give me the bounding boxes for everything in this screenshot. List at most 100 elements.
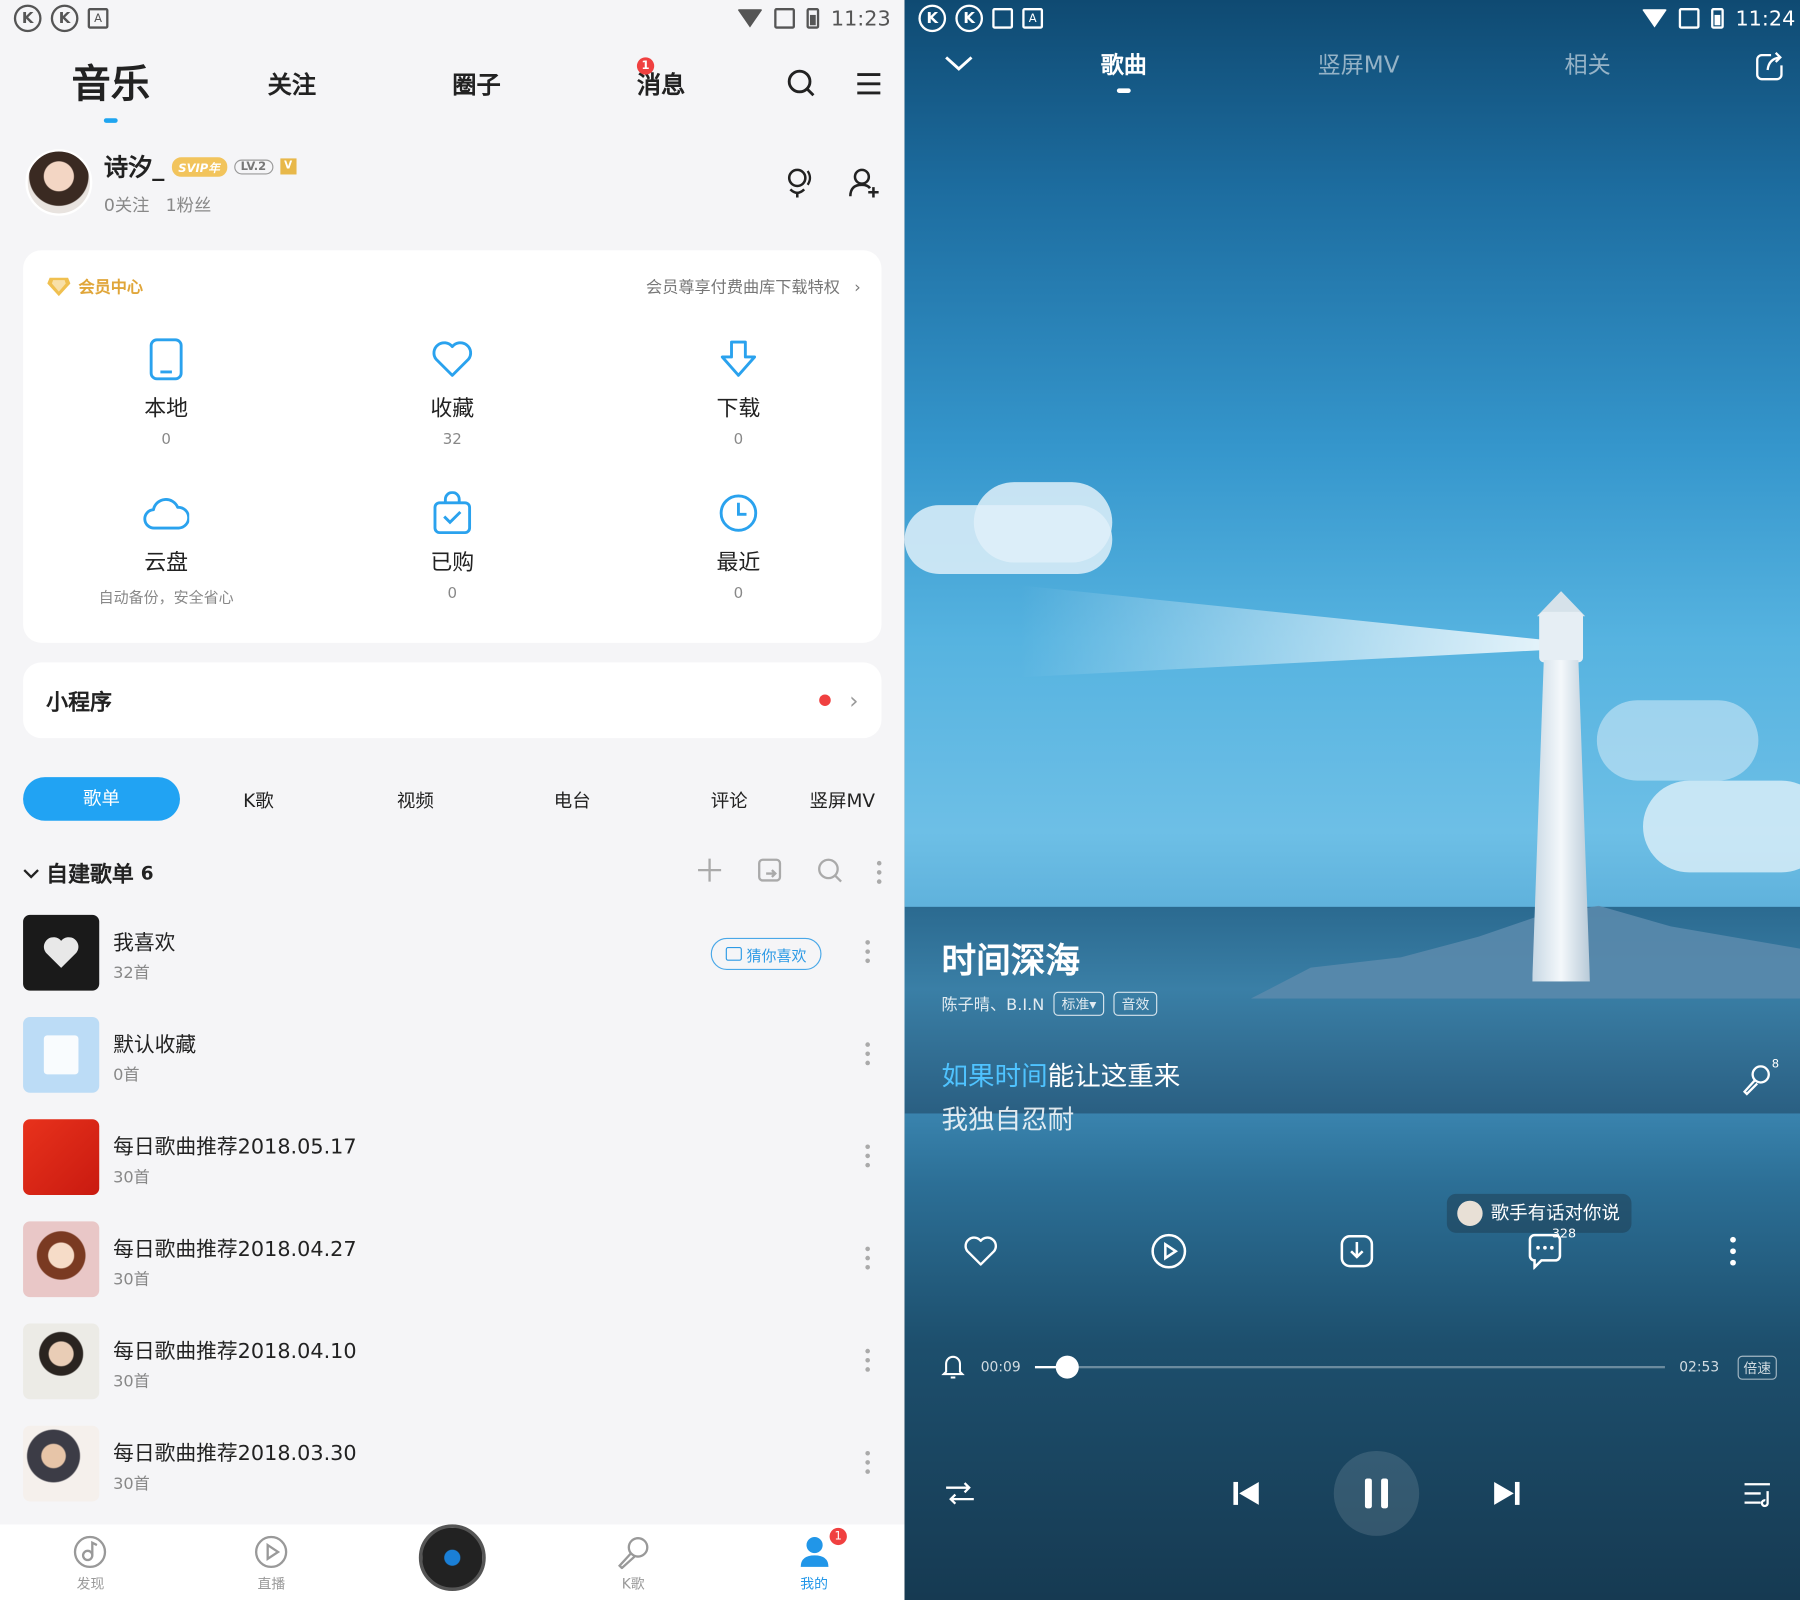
song-artist[interactable]: 陈子晴、B.I.N <box>942 992 1045 1015</box>
more-vertical-icon[interactable] <box>1710 1228 1756 1274</box>
tab-song[interactable]: 歌曲 <box>1101 46 1147 93</box>
no-sim-icon <box>1678 8 1700 29</box>
tab-playlists[interactable]: 歌单 <box>23 777 180 821</box>
sound-effect-button[interactable]: 音效 <box>1113 991 1158 1016</box>
tab-related[interactable]: 相关 <box>1565 46 1611 79</box>
lyric-next-line[interactable]: 我独自忍耐 <box>942 1097 1075 1136</box>
vip-promo[interactable]: 会员尊享付费曲库下载特权 › <box>646 275 861 298</box>
more-icon[interactable] <box>865 1246 872 1270</box>
quality-selector[interactable]: 标准▾ <box>1053 991 1105 1016</box>
shortcut-label: 最近 <box>716 549 761 576</box>
svip-badge[interactable]: SVIP年 <box>171 156 227 177</box>
tab-vertical-mv[interactable]: 竖屏MV <box>808 785 877 813</box>
font-notif-icon: A <box>1022 8 1044 29</box>
tab-circle[interactable]: 圈子 <box>452 67 500 101</box>
tab-music[interactable]: 音乐 <box>72 53 150 123</box>
chevron-down-icon[interactable] <box>23 861 39 883</box>
tab-video[interactable]: 视频 <box>337 785 494 813</box>
tab-radio[interactable]: 电台 <box>494 785 651 813</box>
add-friend-icon[interactable] <box>847 165 882 199</box>
fans-count[interactable]: 1粉丝 <box>166 193 212 217</box>
cloud-decoration <box>1596 700 1759 781</box>
voice-mic-icon[interactable] <box>782 165 817 199</box>
nav-player-disc[interactable] <box>362 1524 543 1600</box>
player-top-nav: 歌曲 竖屏MV 相关 <box>905 46 1800 103</box>
import-icon[interactable] <box>757 857 782 887</box>
guess-you-like-button[interactable]: 猜你喜欢 <box>710 937 822 970</box>
playlist-count: 30首 <box>113 1475 150 1494</box>
lyric-current-line[interactable]: 如果时间能让这重来 <box>942 1054 1181 1093</box>
vip-mark-icon: V <box>280 158 297 175</box>
mini-program-row[interactable]: 小程序 › <box>23 662 882 739</box>
light-beam-art <box>1019 585 1551 678</box>
playback-speed-button[interactable]: 倍速 <box>1737 1355 1777 1380</box>
playlist-count: 30首 <box>113 1372 150 1392</box>
list-item[interactable]: 每日歌曲推荐2018.04.10 30首 <box>23 1323 881 1426</box>
shortcut-recent[interactable]: 最近 0 <box>595 490 881 607</box>
download-icon[interactable] <box>1334 1228 1380 1274</box>
avatar[interactable] <box>25 149 93 216</box>
comment-icon[interactable]: 328 <box>1522 1226 1576 1274</box>
list-item[interactable]: 我喜欢 32首 猜你喜欢 <box>23 914 881 1017</box>
following-count[interactable]: 0关注 <box>104 193 150 217</box>
more-icon[interactable] <box>865 1042 872 1066</box>
tab-comments[interactable]: 评论 <box>651 785 808 813</box>
like-heart-icon[interactable] <box>958 1228 1004 1274</box>
artist-message-bubble[interactable]: 歌手有话对你说 <box>1446 1193 1632 1233</box>
nav-me[interactable]: 我的 1 <box>724 1527 905 1600</box>
vip-row[interactable]: 会员中心 会员尊享付费曲库下载特权 › <box>46 275 861 298</box>
chevron-right-icon: › <box>849 686 859 714</box>
shortcut-label: 本地 <box>144 396 189 422</box>
image-notif-icon <box>992 8 1014 29</box>
shortcut-local[interactable]: 本地 0 <box>23 336 309 449</box>
sing-mic-icon[interactable]: 8 <box>1740 1058 1779 1098</box>
more-icon[interactable] <box>876 860 882 884</box>
lyric-rest: 能让这重来 <box>1047 1061 1181 1092</box>
more-icon[interactable] <box>865 1450 872 1474</box>
shortcut-download[interactable]: 下载 0 <box>595 336 881 449</box>
nav-discover[interactable]: 发现 <box>0 1535 181 1600</box>
list-item[interactable]: 每日歌曲推荐2018.05.17 30首 <box>23 1119 881 1221</box>
mic-icon <box>616 1535 651 1570</box>
share-icon[interactable] <box>1754 51 1786 83</box>
playlist-cover <box>23 1221 100 1298</box>
shuffle-icon[interactable] <box>942 1480 979 1508</box>
shortcut-purchased[interactable]: 已购 0 <box>309 490 595 607</box>
more-icon[interactable] <box>865 1348 872 1372</box>
list-item[interactable]: 每日歌曲推荐2018.04.27 30首 <box>23 1221 881 1323</box>
pause-button[interactable] <box>1333 1450 1420 1536</box>
previous-icon[interactable] <box>1223 1477 1269 1509</box>
tab-vertical-mv[interactable]: 竖屏MV <box>1318 46 1400 79</box>
playlist-title: 每日歌曲推荐2018.03.30 <box>113 1441 357 1466</box>
shortcut-count: 32 <box>442 431 462 449</box>
more-icon[interactable] <box>865 1144 872 1168</box>
user-name[interactable]: 诗汐_ <box>104 149 165 183</box>
menu-icon[interactable] <box>854 69 884 99</box>
add-icon[interactable] <box>697 857 722 887</box>
nav-label: 直播 <box>257 1576 286 1593</box>
nav-label: K歌 <box>621 1576 645 1593</box>
sleep-timer-bell-icon[interactable] <box>941 1353 965 1382</box>
nav-ksong[interactable]: K歌 <box>543 1535 724 1600</box>
tab-messages[interactable]: 消息 1 <box>636 57 686 101</box>
level-badge[interactable]: LV.2 <box>233 158 274 174</box>
play-mv-icon[interactable] <box>1146 1228 1192 1274</box>
cloud-decoration <box>1643 780 1800 873</box>
shortcut-favorites[interactable]: 收藏 32 <box>309 336 595 449</box>
progress-knob[interactable] <box>1055 1355 1079 1379</box>
list-item[interactable]: 每日歌曲推荐2018.03.30 30首 <box>23 1425 881 1528</box>
playlist-title: 每日歌曲推荐2018.05.17 <box>113 1135 357 1160</box>
search-icon[interactable] <box>785 67 817 99</box>
tab-messages-label: 消息 <box>636 71 686 99</box>
shortcut-cloud[interactable]: 云盘 自动备份，安全省心 <box>23 490 309 607</box>
search-icon[interactable] <box>817 857 842 887</box>
nav-live[interactable]: 直播 <box>181 1535 362 1600</box>
tab-ksong[interactable]: K歌 <box>180 785 337 813</box>
list-item[interactable]: 默认收藏 0首 <box>23 1017 881 1119</box>
progress-slider[interactable] <box>1034 1355 1666 1379</box>
next-icon[interactable] <box>1484 1477 1530 1509</box>
more-icon[interactable] <box>865 940 872 964</box>
tab-follow[interactable]: 关注 <box>268 67 316 101</box>
playlist-queue-icon[interactable] <box>1740 1480 1777 1508</box>
collapse-chevron-icon[interactable] <box>944 51 974 76</box>
